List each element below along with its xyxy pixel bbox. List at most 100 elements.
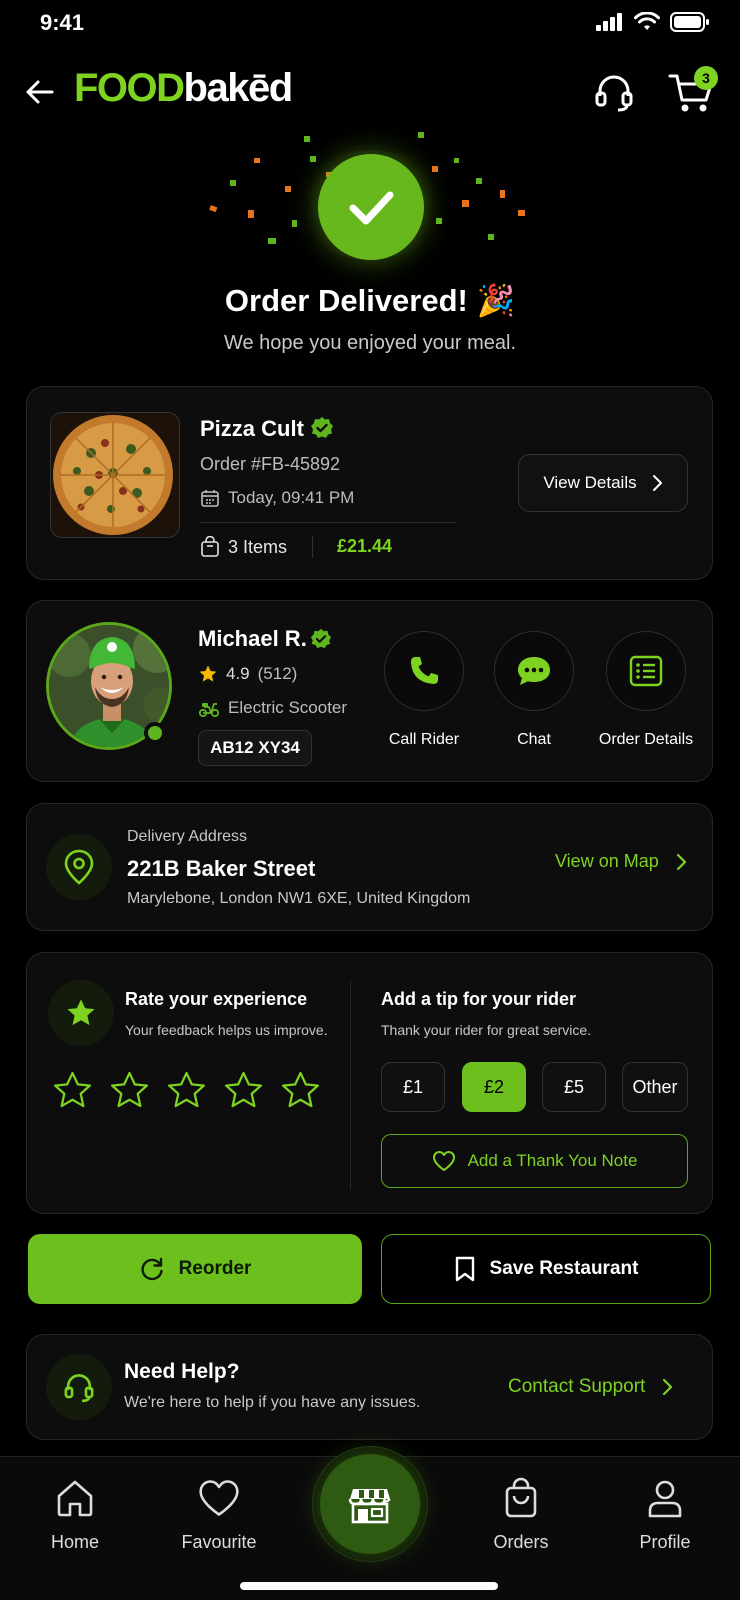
- back-arrow-icon[interactable]: [20, 72, 60, 112]
- view-on-map-link[interactable]: View on Map: [555, 851, 687, 872]
- order-details-button[interactable]: Order Details: [586, 631, 706, 749]
- rider-vehicle: Electric Scooter: [198, 698, 347, 718]
- call-rider-label: Call Rider: [388, 731, 460, 748]
- rating-count: (512): [257, 664, 298, 683]
- star-4-icon[interactable]: [223, 1070, 264, 1111]
- rider-rating: 4.9 (512): [198, 664, 297, 684]
- reorder-button[interactable]: Reorder: [28, 1234, 362, 1304]
- nav-orders-label: Orders: [493, 1532, 549, 1552]
- star-filled-icon: [199, 665, 217, 682]
- bookmark-icon: [455, 1256, 474, 1282]
- verified-badge-icon: [310, 628, 332, 650]
- headset-icon: [46, 1354, 112, 1420]
- chat-icon: [494, 631, 574, 711]
- nav-home[interactable]: Home: [20, 1476, 130, 1553]
- pizza-image: [50, 412, 180, 538]
- nav-profile[interactable]: Profile: [610, 1476, 720, 1553]
- status-time: 9:41: [40, 10, 85, 35]
- heart-icon: [432, 1151, 455, 1171]
- location-pin-icon: [46, 834, 112, 900]
- chat-button[interactable]: Chat: [474, 631, 594, 749]
- battery-icon: [670, 12, 709, 32]
- contact-support-link[interactable]: Contact Support: [508, 1376, 673, 1398]
- restaurant-name: Pizza Cult: [200, 416, 304, 441]
- separator: [312, 536, 313, 558]
- divider: [200, 522, 456, 523]
- order-number: Order #FB-45892: [200, 454, 341, 474]
- reorder-label: Reorder: [178, 1258, 252, 1279]
- nav-home-label: Home: [50, 1532, 99, 1552]
- list-icon: [606, 631, 686, 711]
- address-line2: Marylebone, London NW1 6XE, United Kingd…: [127, 890, 471, 907]
- rating-value: 4.9: [226, 664, 250, 683]
- star-5-icon[interactable]: [280, 1070, 321, 1111]
- home-icon: [53, 1476, 97, 1520]
- rider-name: Michael R.: [198, 626, 307, 651]
- nav-favourite-label: Favourite: [181, 1532, 257, 1552]
- tip-option-other[interactable]: Other: [622, 1062, 688, 1112]
- order-date: Today, 09:41 PM: [200, 488, 354, 508]
- chevron-right-icon: [663, 1378, 673, 1396]
- rate-title: Rate your experience: [125, 989, 308, 1009]
- success-check-icon: [318, 154, 424, 260]
- vehicle-text: Electric Scooter: [228, 698, 348, 717]
- heart-icon: [197, 1476, 241, 1520]
- star-1-icon[interactable]: [52, 1070, 93, 1111]
- logo-part-baked: bakēd: [183, 66, 294, 110]
- star-3-icon[interactable]: [166, 1070, 207, 1111]
- star-rating: [52, 1070, 321, 1111]
- thank-you-note-label: Add a Thank You Note: [467, 1151, 638, 1170]
- order-date-text: Today, 09:41 PM: [228, 488, 355, 507]
- order-price: £21.44: [337, 536, 393, 556]
- logo-part-food: FOOD: [74, 66, 185, 110]
- store-button[interactable]: [320, 1454, 420, 1554]
- chevron-right-icon: [676, 853, 686, 870]
- scooter-icon: [198, 703, 220, 718]
- rate-subtitle: Your feedback helps us improve.: [125, 1022, 328, 1038]
- help-subtitle: We're here to help if you have any issue…: [124, 1394, 421, 1411]
- star-2-icon[interactable]: [109, 1070, 150, 1111]
- address-label: Delivery Address: [127, 828, 248, 845]
- page-title: Order Delivered! 🎉: [224, 283, 516, 318]
- nav-orders[interactable]: Orders: [466, 1476, 576, 1553]
- verified-badge-icon: [310, 416, 334, 440]
- bag-icon: [499, 1476, 543, 1520]
- nav-profile-label: Profile: [639, 1532, 691, 1552]
- refresh-icon: [140, 1257, 163, 1281]
- app-logo: FOODbakēd: [74, 66, 294, 111]
- profile-icon: [643, 1476, 687, 1520]
- wifi-icon: [634, 12, 660, 30]
- tip-option-5[interactable]: £5: [542, 1062, 606, 1112]
- nav-favourite[interactable]: Favourite: [164, 1476, 274, 1553]
- view-details-label: View Details: [543, 473, 637, 492]
- chat-label: Chat: [517, 731, 551, 748]
- tip-title: Add a tip for your rider: [381, 989, 577, 1009]
- address-line1: 221B Baker Street: [127, 856, 316, 881]
- save-restaurant-label: Save Restaurant: [489, 1258, 639, 1279]
- home-indicator: [240, 1582, 498, 1590]
- phone-icon: [384, 631, 464, 711]
- view-details-button[interactable]: View Details: [518, 454, 688, 512]
- contact-support-label: Contact Support: [508, 1376, 646, 1397]
- save-restaurant-button[interactable]: Save Restaurant: [381, 1234, 711, 1304]
- bag-icon: [201, 536, 219, 557]
- store-icon: [348, 1489, 391, 1524]
- star-badge-icon: [48, 980, 114, 1046]
- online-status-dot: [144, 722, 166, 744]
- signal-icon: [596, 13, 622, 31]
- order-items-text: 3 Items: [228, 536, 288, 557]
- tip-subtitle: Thank your rider for great service.: [381, 1022, 592, 1038]
- support-headset-icon[interactable]: [592, 70, 636, 114]
- call-rider-button[interactable]: Call Rider: [364, 631, 484, 749]
- tip-option-1[interactable]: £1: [381, 1062, 445, 1112]
- order-items: 3 Items: [200, 536, 287, 558]
- add-thank-you-note-button[interactable]: Add a Thank You Note: [381, 1134, 688, 1188]
- help-title: Need Help?: [124, 1360, 240, 1383]
- vertical-divider: [350, 980, 351, 1190]
- order-details-label: Order Details: [598, 731, 694, 748]
- cart-count-badge: 3: [694, 66, 718, 90]
- calendar-icon: [201, 490, 219, 507]
- page-subtitle: We hope you enjoyed your meal.: [223, 332, 517, 354]
- tip-option-2[interactable]: £2: [462, 1062, 526, 1112]
- status-icons: [596, 12, 710, 32]
